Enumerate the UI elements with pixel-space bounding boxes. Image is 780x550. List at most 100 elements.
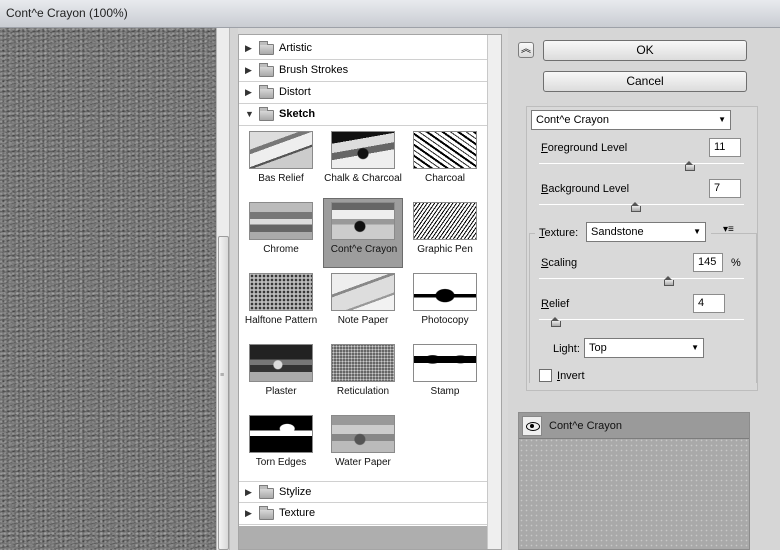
texture-select[interactable]: Sandstone ▼: [586, 222, 706, 242]
title-bar: Cont^e Crayon (100%): [0, 0, 780, 28]
category-stylize[interactable]: ▶ Stylize: [239, 481, 487, 503]
light-select[interactable]: Top ▼: [584, 338, 704, 358]
gallery-scrollbar[interactable]: [487, 35, 501, 549]
filter-label: Bas Relief: [258, 173, 304, 184]
filter-stamp[interactable]: Stamp: [405, 340, 485, 410]
category-brush-strokes[interactable]: ▶ Brush Strokes: [239, 60, 487, 82]
scaling-unit: %: [731, 257, 741, 269]
filter-label: Stamp: [430, 386, 460, 397]
note-paper-thumbnail: [331, 273, 395, 311]
filter-label: Note Paper: [337, 315, 389, 326]
effect-layers-panel: Cont^e Crayon: [518, 412, 750, 550]
preview-scrollbar-thumb[interactable]: [218, 236, 229, 550]
category-label: Texture: [279, 507, 316, 519]
light-select-value: Top: [589, 342, 607, 354]
scaling-input[interactable]: 145: [693, 253, 723, 272]
plaster-thumbnail: [249, 344, 313, 382]
filter-graphic-pen[interactable]: Graphic Pen: [405, 198, 485, 268]
triangle-right-icon: ▶: [245, 487, 252, 497]
relief-label-mnemonic: R: [541, 298, 549, 310]
photocopy-thumbnail: [413, 273, 477, 311]
folder-icon: [259, 506, 274, 520]
filter-torn-edges[interactable]: Torn Edges: [241, 411, 321, 481]
category-label: Sketch: [279, 108, 316, 120]
double-chevron-up-icon: ︽: [521, 44, 531, 55]
dropdown-arrow-icon: ▼: [718, 115, 726, 124]
triangle-down-icon: ▼: [245, 109, 254, 119]
foreground-level-slider[interactable]: [539, 163, 744, 164]
texture-group-frame: [529, 233, 535, 383]
scaling-label-text: caling: [548, 257, 578, 269]
filter-conte-crayon[interactable]: Cont^e Crayon: [323, 198, 403, 268]
category-label: Brush Strokes: [279, 64, 349, 76]
filter-label: Photocopy: [421, 315, 469, 326]
filter-reticulation[interactable]: Reticulation: [323, 340, 403, 410]
chalk-charcoal-thumbnail: [331, 131, 395, 169]
folder-icon: [259, 485, 274, 499]
foreground-level-label-mnemonic: F: [541, 142, 548, 154]
filter-select-value: Cont^e Crayon: [536, 114, 610, 126]
filter-note-paper[interactable]: Note Paper: [323, 269, 403, 339]
eye-icon[interactable]: [522, 416, 542, 436]
water-paper-thumbnail: [331, 415, 395, 453]
scroll-grip-icon: ≡: [220, 372, 225, 379]
background-level-slider-knob[interactable]: [631, 202, 642, 212]
scaling-label: Scaling: [541, 257, 577, 269]
triangle-right-icon: ▶: [245, 65, 252, 75]
foreground-level-slider-knob[interactable]: [684, 161, 695, 171]
filter-label: Halftone Pattern: [244, 315, 318, 326]
category-label: Artistic: [279, 42, 312, 54]
filter-charcoal[interactable]: Charcoal: [405, 127, 485, 197]
effect-layer-row[interactable]: Cont^e Crayon: [519, 413, 749, 439]
category-label: Distort: [279, 86, 311, 98]
filter-label: Plaster: [265, 386, 297, 397]
filter-chalk-charcoal[interactable]: Chalk & Charcoal: [323, 127, 403, 197]
filter-plaster[interactable]: Plaster: [241, 340, 321, 410]
relief-slider[interactable]: [539, 319, 744, 320]
texture-label: Texture:: [539, 227, 578, 239]
filter-label: Water Paper: [335, 457, 391, 468]
category-sketch[interactable]: ▼ Sketch: [239, 104, 487, 126]
panel-gap: [230, 28, 238, 550]
category-distort[interactable]: ▶ Distort: [239, 82, 487, 104]
filter-photocopy[interactable]: Photocopy: [405, 269, 485, 339]
background-level-input[interactable]: 7: [709, 179, 741, 198]
filter-bas-relief[interactable]: Bas Relief: [241, 127, 321, 197]
scaling-slider-knob[interactable]: [664, 276, 675, 286]
filter-halftone-pattern[interactable]: Halftone Pattern: [241, 269, 321, 339]
category-texture[interactable]: ▶ Texture: [239, 503, 487, 525]
reticulation-thumbnail: [331, 344, 395, 382]
foreground-level-input[interactable]: 11: [709, 138, 741, 157]
window-title: Cont^e Crayon (100%): [6, 6, 128, 20]
triangle-right-icon: ▶: [245, 87, 252, 97]
background-level-label-text: ackground Level: [548, 183, 630, 195]
filter-label: Graphic Pen: [417, 244, 473, 255]
background-level-slider[interactable]: [539, 204, 744, 205]
scaling-slider[interactable]: [539, 278, 744, 279]
cancel-button[interactable]: Cancel: [543, 71, 747, 92]
ok-button[interactable]: OK: [543, 40, 747, 61]
dropdown-arrow-icon: ▼: [693, 227, 701, 236]
relief-slider-knob[interactable]: [551, 317, 562, 327]
relief-input[interactable]: 4: [693, 294, 725, 313]
background-level-label: Background Level: [541, 183, 629, 195]
filter-select[interactable]: Cont^e Crayon ▼: [531, 110, 731, 130]
invert-checkbox[interactable]: [539, 369, 552, 382]
texture-label-text: exture:: [544, 227, 579, 239]
triangle-right-icon: ▶: [245, 43, 252, 53]
halftone-thumbnail: [249, 273, 313, 311]
preview-scrollbar[interactable]: ≡: [216, 28, 230, 550]
conte-crayon-thumbnail: [331, 202, 395, 240]
preview-canvas[interactable]: [0, 28, 216, 550]
filter-chrome[interactable]: Chrome: [241, 198, 321, 268]
filter-label: Chalk & Charcoal: [324, 173, 402, 184]
dropdown-arrow-icon: ▼: [691, 343, 699, 352]
collapse-gallery-button[interactable]: ︽: [518, 42, 534, 58]
filter-water-paper[interactable]: Water Paper: [323, 411, 403, 481]
relief-label-text: elief: [548, 298, 570, 310]
filter-label: Charcoal: [424, 173, 466, 184]
effect-layer-name: Cont^e Crayon: [549, 420, 623, 432]
gallery-empty-area: [239, 526, 487, 549]
category-artistic[interactable]: ▶ Artistic: [239, 38, 487, 60]
folder-icon: [259, 85, 274, 99]
